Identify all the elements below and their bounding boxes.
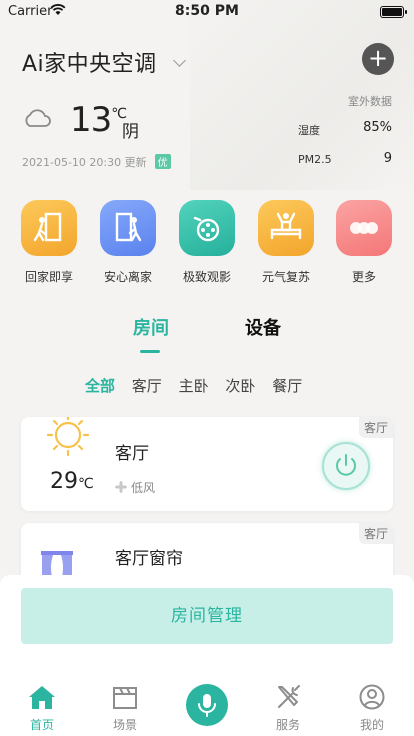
scene-label: 元气复苏 — [261, 270, 310, 284]
home-title[interactable]: Ai家中央空调 — [22, 52, 157, 77]
movie-icon — [179, 200, 235, 256]
user-icon — [359, 684, 385, 710]
filter-second-bedroom[interactable]: 次卧 — [225, 375, 255, 396]
scene-leave-home[interactable]: 安心离家 — [98, 200, 158, 285]
leave-home-icon — [100, 200, 156, 256]
pm25-label: PM2.5 — [298, 153, 332, 166]
device-temperature-unit: ℃ — [78, 476, 94, 492]
humidity-label: 湿度 — [298, 124, 320, 137]
nav-label: 服务 — [275, 718, 300, 732]
cloud-icon — [22, 108, 52, 132]
nav-mine[interactable]: 我的 — [342, 684, 402, 733]
battery-icon — [380, 6, 407, 18]
scene-label: 安心离家 — [103, 270, 152, 284]
humidity-value: 85% — [363, 120, 392, 135]
room-tag: 客厅 — [358, 417, 393, 438]
pm25-row: PM2.5 9 — [298, 151, 392, 166]
power-icon — [336, 454, 356, 476]
filter-master-bedroom[interactable]: 主卧 — [179, 375, 209, 396]
room-management-button[interactable]: 房间管理 — [21, 588, 393, 644]
update-time: 2021-05-10 20:30 更新 — [22, 156, 147, 169]
scene-label: 更多 — [351, 270, 376, 284]
pm25-value: 9 — [383, 151, 392, 166]
device-card-ac[interactable]: 客厅 29℃ 客厅 低风 — [21, 417, 393, 511]
nav-label: 首页 — [29, 718, 54, 732]
room-tag: 客厅 — [358, 523, 393, 544]
nav-label: 场景 — [112, 718, 137, 732]
temperature-value: 13 — [70, 100, 112, 140]
voice-button[interactable] — [186, 684, 228, 726]
tab-rooms[interactable]: 房间 — [133, 314, 169, 340]
device-temperature: 29℃ — [50, 469, 94, 494]
scene-label: 极致观影 — [182, 270, 231, 284]
plus-icon: + — [367, 44, 389, 72]
status-bar: Carrier 8:50 PM — [0, 0, 414, 24]
bottom-navigation: 首页 场景 服务 我的 — [0, 674, 414, 736]
more-icon — [336, 200, 392, 256]
outdoor-data-label: 室外数据 — [348, 95, 392, 108]
scene-home-arrive[interactable]: 回家即享 — [19, 200, 79, 285]
fan-speed-label: 低风 — [131, 481, 156, 495]
wake-up-icon — [258, 200, 314, 256]
power-button[interactable] — [322, 442, 370, 490]
fan-speed: 低风 — [115, 479, 155, 496]
device-temperature-value: 29 — [50, 469, 78, 494]
microphone-icon — [198, 694, 216, 717]
nav-label: 我的 — [359, 718, 384, 732]
nav-home[interactable]: 首页 — [12, 684, 72, 733]
chevron-down-icon[interactable] — [173, 54, 186, 67]
fan-icon — [115, 481, 127, 493]
room-filters: 全部 客厅 主卧 次卧 餐厅 — [85, 375, 314, 396]
device-name: 客厅 — [115, 444, 149, 464]
nav-scenes[interactable]: 场景 — [95, 684, 155, 733]
home-arrive-icon — [21, 200, 77, 256]
tab-devices[interactable]: 设备 — [245, 314, 281, 340]
sun-icon — [43, 417, 93, 467]
scene-movie[interactable]: 极致观影 — [177, 200, 237, 285]
device-name: 客厅窗帘 — [115, 549, 183, 569]
status-time: 8:50 PM — [175, 3, 239, 19]
filter-living-room[interactable]: 客厅 — [132, 375, 162, 396]
filter-all[interactable]: 全部 — [85, 375, 115, 396]
clapperboard-icon — [113, 687, 137, 709]
home-icon — [29, 686, 55, 709]
air-quality-badge: 优 — [154, 154, 171, 169]
scene-label: 回家即享 — [24, 270, 73, 284]
scene-more[interactable]: 更多 — [334, 200, 394, 285]
weather-condition: 阴 — [122, 122, 139, 142]
filter-dining-room[interactable]: 餐厅 — [272, 375, 302, 396]
outdoor-temperature: 13℃ — [70, 100, 127, 140]
tools-icon — [278, 685, 300, 708]
app-header[interactable]: Ai家中央空调 — [22, 46, 186, 78]
scene-wake-up[interactable]: 元气复苏 — [256, 200, 316, 285]
humidity-row: 湿度 85% — [298, 120, 392, 138]
add-button[interactable]: + — [362, 43, 394, 75]
tab-indicator — [140, 350, 160, 353]
weather-update-line: 2021-05-10 20:30 更新优 — [22, 154, 171, 170]
nav-services[interactable]: 服务 — [258, 684, 318, 733]
